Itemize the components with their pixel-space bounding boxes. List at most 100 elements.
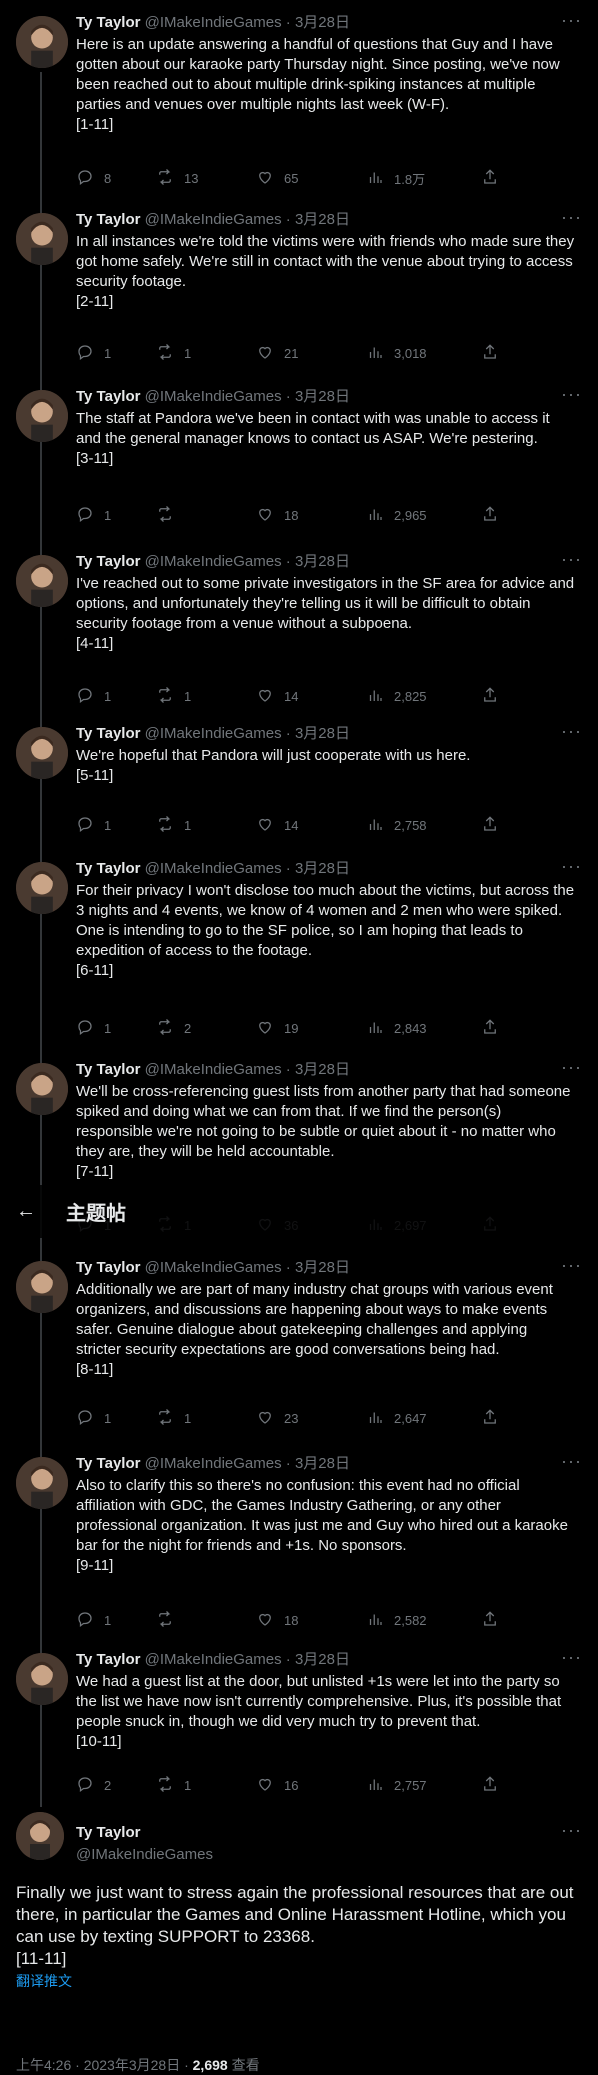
- author-handle[interactable]: @IMakeIndieGames: [145, 1455, 282, 1472]
- tweet-date[interactable]: 3月28日: [295, 553, 350, 570]
- author-handle[interactable]: @IMakeIndieGames: [145, 388, 282, 405]
- author-handle[interactable]: @IMakeIndieGames: [145, 1259, 282, 1276]
- avatar[interactable]: [16, 1653, 68, 1705]
- reply-button[interactable]: 1: [76, 815, 111, 836]
- author-handle[interactable]: @IMakeIndieGames: [76, 1846, 213, 1863]
- retweet-button[interactable]: [156, 1610, 184, 1631]
- author-name[interactable]: Ty Taylor: [76, 1455, 140, 1472]
- retweet-button[interactable]: 2: [156, 1018, 191, 1039]
- more-icon[interactable]: ···: [561, 207, 582, 228]
- tweet-date[interactable]: 3月28日: [295, 388, 350, 405]
- reply-button[interactable]: 1: [76, 686, 111, 707]
- retweet-button[interactable]: 1: [156, 1775, 191, 1796]
- like-button[interactable]: 18: [256, 505, 298, 526]
- views-button[interactable]: 3,018: [366, 343, 427, 364]
- reply-button[interactable]: 1: [76, 505, 111, 526]
- avatar[interactable]: [16, 727, 68, 779]
- tweet-date[interactable]: 3月28日: [295, 1455, 350, 1472]
- author-name[interactable]: Ty Taylor: [76, 1061, 140, 1078]
- author-handle[interactable]: @IMakeIndieGames: [145, 211, 282, 228]
- like-button[interactable]: 19: [256, 1018, 298, 1039]
- more-icon[interactable]: ···: [561, 1820, 582, 1841]
- avatar[interactable]: [16, 555, 68, 607]
- author-name[interactable]: Ty Taylor: [76, 725, 140, 742]
- reply-button[interactable]: 1: [76, 1610, 111, 1631]
- avatar[interactable]: [16, 1457, 68, 1509]
- translate-link[interactable]: 翻译推文: [16, 1970, 582, 1992]
- views-button[interactable]: 2,843: [366, 1018, 427, 1039]
- tweet-date[interactable]: 3月28日: [295, 1259, 350, 1276]
- more-icon[interactable]: ···: [561, 1057, 582, 1078]
- more-icon[interactable]: ···: [561, 10, 582, 31]
- like-button[interactable]: 18: [256, 1610, 298, 1631]
- tweet-date[interactable]: 3月28日: [295, 211, 350, 228]
- retweet-button[interactable]: 13: [156, 168, 198, 189]
- author-handle[interactable]: @IMakeIndieGames: [145, 725, 282, 742]
- author-name[interactable]: Ty Taylor: [76, 1824, 140, 1841]
- author-name[interactable]: Ty Taylor: [76, 553, 140, 570]
- tweet[interactable]: Ty Taylor @IMakeIndieGames · 3月28日 ··· I…: [0, 539, 598, 711]
- author-name[interactable]: Ty Taylor: [76, 1651, 140, 1668]
- like-button[interactable]: 14: [256, 815, 298, 836]
- tweet-date[interactable]: 3月28日: [295, 725, 350, 742]
- reply-button[interactable]: 8: [76, 168, 111, 189]
- avatar[interactable]: [16, 1063, 68, 1115]
- share-button[interactable]: [481, 1408, 499, 1429]
- tweet[interactable]: Ty Taylor @IMakeIndieGames · 3月28日 ··· I…: [0, 197, 598, 374]
- main-tweet[interactable]: Ty Taylor @IMakeIndieGames ··· Finally w…: [0, 1800, 598, 2073]
- more-icon[interactable]: ···: [561, 856, 582, 877]
- avatar[interactable]: [16, 213, 68, 265]
- timestamp[interactable]: 上午4:26 · 2023年3月28日 ·: [16, 2057, 193, 2073]
- author-name[interactable]: Ty Taylor: [76, 860, 140, 877]
- avatar[interactable]: [16, 862, 68, 914]
- avatar[interactable]: [16, 16, 68, 68]
- author-handle[interactable]: @IMakeIndieGames: [145, 1061, 282, 1078]
- author-name[interactable]: Ty Taylor: [76, 211, 140, 228]
- tweet-date[interactable]: 3月28日: [295, 1651, 350, 1668]
- reply-button[interactable]: 2: [76, 1775, 111, 1796]
- views-button[interactable]: 2,582: [366, 1610, 427, 1631]
- retweet-button[interactable]: 1: [156, 686, 191, 707]
- like-button[interactable]: 21: [256, 343, 298, 364]
- like-button[interactable]: 14: [256, 686, 298, 707]
- avatar[interactable]: [16, 1812, 64, 1860]
- reply-button[interactable]: 1: [76, 1408, 111, 1429]
- retweet-button[interactable]: 1: [156, 815, 191, 836]
- share-button[interactable]: [481, 343, 499, 364]
- tweet-date[interactable]: 3月28日: [295, 860, 350, 877]
- tweet[interactable]: Ty Taylor @IMakeIndieGames · 3月28日 ··· W…: [0, 1637, 598, 1807]
- tweet[interactable]: Ty Taylor @IMakeIndieGames · 3月28日 ··· A…: [0, 1441, 598, 1637]
- share-button[interactable]: [481, 686, 499, 707]
- views-button[interactable]: 2,757: [366, 1775, 427, 1796]
- author-name[interactable]: Ty Taylor: [76, 388, 140, 405]
- tweet[interactable]: Ty Taylor @IMakeIndieGames · 3月28日 ··· A…: [0, 1245, 598, 1441]
- author-name[interactable]: Ty Taylor: [76, 1259, 140, 1276]
- more-icon[interactable]: ···: [561, 549, 582, 570]
- views-button[interactable]: 2,965: [366, 505, 427, 526]
- tweet[interactable]: Ty Taylor @IMakeIndieGames · 3月28日 ··· T…: [0, 374, 598, 539]
- author-handle[interactable]: @IMakeIndieGames: [145, 1651, 282, 1668]
- author-name[interactable]: Ty Taylor: [76, 14, 140, 31]
- avatar[interactable]: [16, 1261, 68, 1313]
- views-button[interactable]: 2,758: [366, 815, 427, 836]
- tweet-date[interactable]: 3月28日: [295, 14, 350, 31]
- author-handle[interactable]: @IMakeIndieGames: [145, 553, 282, 570]
- views-button[interactable]: 1.8万: [366, 168, 425, 189]
- reply-button[interactable]: 1: [76, 343, 111, 364]
- like-button[interactable]: 65: [256, 168, 298, 189]
- like-button[interactable]: 16: [256, 1775, 298, 1796]
- tweet[interactable]: Ty Taylor @IMakeIndieGames · 3月28日 ··· F…: [0, 846, 598, 1047]
- more-icon[interactable]: ···: [561, 1255, 582, 1276]
- avatar[interactable]: [16, 390, 68, 442]
- back-arrow-icon[interactable]: ←: [16, 1200, 36, 1223]
- share-button[interactable]: [481, 1018, 499, 1039]
- tweet-date[interactable]: 3月28日: [295, 1061, 350, 1078]
- author-handle[interactable]: @IMakeIndieGames: [145, 860, 282, 877]
- share-button[interactable]: [481, 505, 499, 526]
- retweet-button[interactable]: 1: [156, 1408, 191, 1429]
- share-button[interactable]: [481, 168, 499, 189]
- views-button[interactable]: 2,647: [366, 1408, 427, 1429]
- share-button[interactable]: [481, 1610, 499, 1631]
- share-button[interactable]: [481, 815, 499, 836]
- tweet[interactable]: Ty Taylor @IMakeIndieGames · 3月28日 ··· W…: [0, 711, 598, 846]
